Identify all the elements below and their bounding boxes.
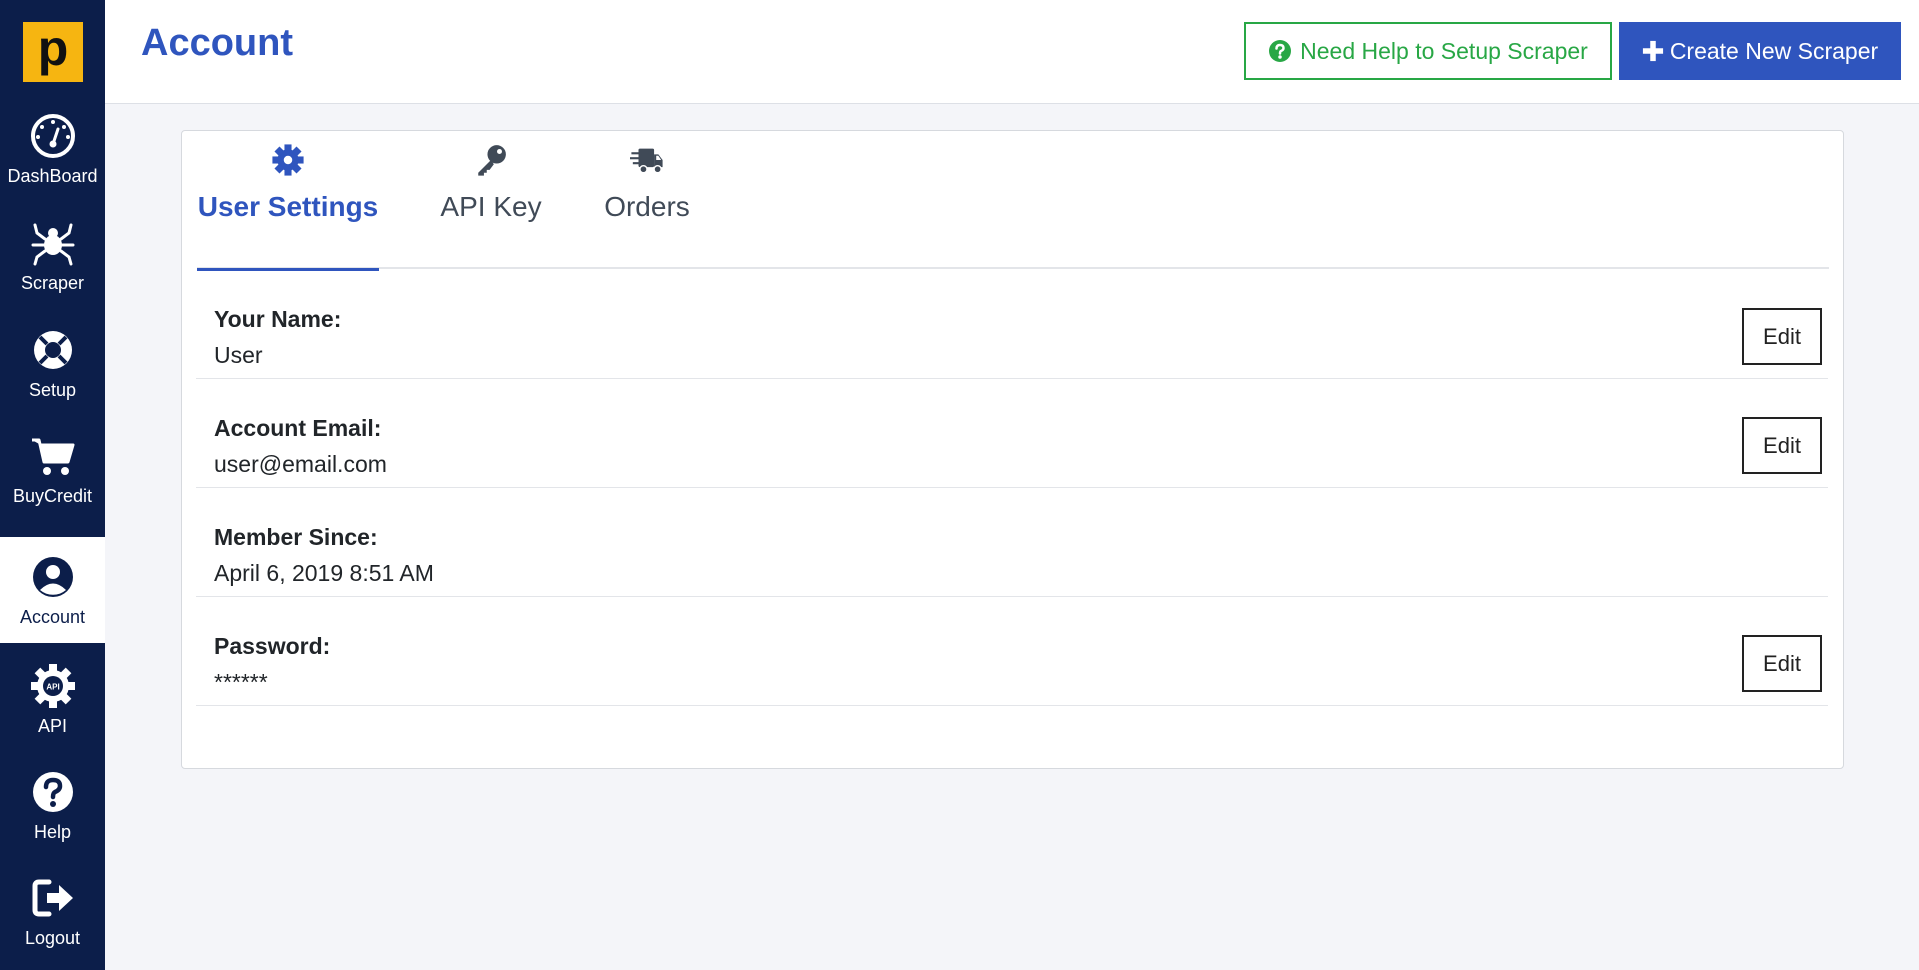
sidebar-item-buycredit[interactable]: BuyCredit [0,416,105,522]
sidebar-item-label: Account [19,606,86,627]
spider-icon [31,223,74,265]
tab-label: API Key [440,191,542,222]
tab-orders[interactable]: Orders [602,143,692,269]
sidebar-item-logout[interactable]: Logout [0,858,105,964]
sidebar-item-setup[interactable]: Setup [0,310,105,416]
account-tabs: User Settings API Key Orders [197,131,1829,271]
sidebar-item-dashboard[interactable]: DashBoard [0,96,105,202]
sidebar-item-label: Help [33,821,72,842]
sidebar-item-label: Logout [24,927,81,948]
app-logo[interactable]: p [23,22,83,82]
field-value: user@email.com [214,451,387,477]
tab-label: Orders [604,191,690,222]
tab-label: User Settings [197,191,379,222]
create-new-scraper-label: Create New Scraper [1669,37,1879,64]
sidebar-item-label: DashBoard [7,165,98,186]
page-title: Account [141,22,293,64]
sidebar-item-help[interactable]: Help [0,752,105,858]
edit-name-button[interactable]: Edit [1742,308,1822,365]
user-circle-icon [32,556,73,597]
lifebuoy-icon [33,330,72,369]
sidebar-item-label: Setup [28,379,77,400]
tab-api-key[interactable]: API Key [440,143,542,269]
field-row-member-since: Member Since: April 6, 2019 8:51 AM [196,488,1828,597]
need-help-label: Need Help to Setup Scraper [1300,37,1588,64]
sidebar-item-label: API [37,715,67,736]
field-value: ****** [214,669,268,695]
sidebar-item-label: Scraper [20,272,85,293]
cart-icon [31,438,74,475]
field-label: Member Since: [214,524,378,550]
field-row-your-name: Your Name: User Edit [196,270,1828,379]
field-label: Account Email: [214,415,382,441]
svg-text:API: API [46,682,59,691]
gear-icon [272,144,304,176]
top-header: Account Need Help to Setup Scraper Creat… [105,0,1919,104]
field-value: April 6, 2019 8:51 AM [214,560,434,586]
field-row-password: Password: ****** Edit [196,597,1828,706]
sidebar-item-account[interactable]: Account [0,537,105,643]
create-new-scraper-button[interactable]: Create New Scraper [1619,22,1901,80]
field-value: User [214,342,263,368]
sidebar-item-scraper[interactable]: Scraper [0,203,105,309]
dashboard-gauge-icon [30,113,75,158]
sidebar-item-label: BuyCredit [12,485,93,506]
api-gear-icon: API [30,663,75,708]
logout-icon [32,879,73,916]
tab-user-settings[interactable]: User Settings [197,143,379,271]
field-row-account-email: Account Email: user@email.com Edit [196,379,1828,488]
edit-password-button[interactable]: Edit [1742,635,1822,692]
field-label: Password: [214,633,331,659]
question-circle-icon [32,771,73,812]
question-circle-icon [1269,40,1292,62]
field-label: Your Name: [214,306,342,332]
plus-icon [1642,40,1663,62]
sidebar: p DashBoard Scraper Setup BuyCredit Acco… [0,0,105,970]
sidebar-item-api[interactable]: API API [0,646,105,752]
truck-icon [630,148,663,174]
need-help-button[interactable]: Need Help to Setup Scraper [1244,22,1612,80]
edit-email-button[interactable]: Edit [1742,417,1822,474]
key-icon [478,145,506,176]
